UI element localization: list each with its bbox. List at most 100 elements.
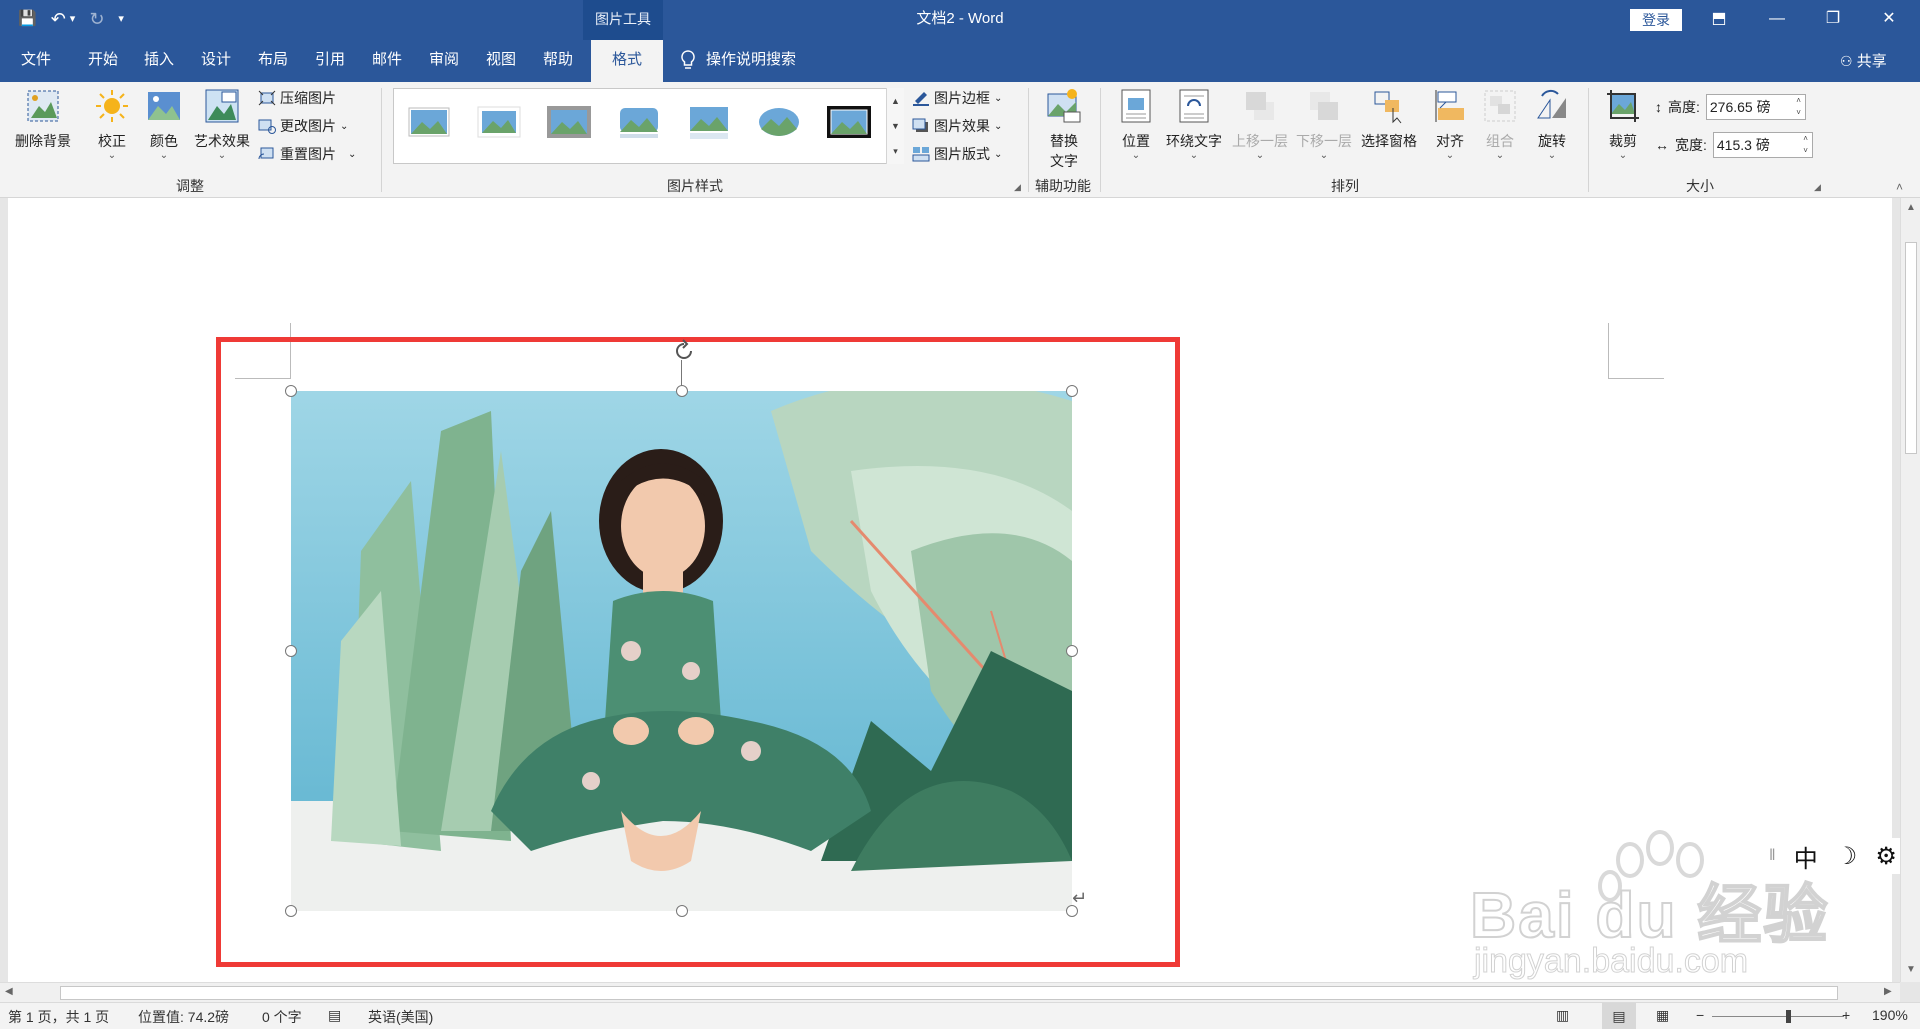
- read-mode-icon[interactable]: ▥: [1556, 1007, 1569, 1024]
- scroll-right-icon[interactable]: ▶: [1884, 986, 1892, 997]
- ribbon-display-options-icon[interactable]: ⬒: [1696, 0, 1742, 40]
- print-layout-icon[interactable]: ▤: [1602, 1003, 1636, 1029]
- minimize-button[interactable]: —: [1754, 0, 1800, 40]
- tab-file[interactable]: 文件: [0, 40, 72, 82]
- resize-handle-top-left[interactable]: [285, 385, 297, 397]
- gallery-up-icon[interactable]: ▲: [891, 96, 900, 106]
- close-button[interactable]: ✕: [1866, 0, 1912, 40]
- style-thumbnail-7[interactable]: [826, 103, 872, 141]
- height-spinner-icon[interactable]: ˄ ˅: [1796, 95, 1801, 119]
- tab-insert[interactable]: 插入: [134, 40, 184, 82]
- share-button[interactable]: ⚇ 共享: [1840, 40, 1887, 83]
- selected-picture[interactable]: [291, 391, 1072, 911]
- collapse-ribbon-icon[interactable]: ˄: [1896, 180, 1903, 194]
- tab-review[interactable]: 审阅: [419, 40, 469, 82]
- tab-home[interactable]: 开始: [78, 40, 128, 82]
- rotate-handle-icon[interactable]: [671, 338, 697, 364]
- rotate-button[interactable]: 旋转 ⌄: [1530, 88, 1574, 161]
- group-label-accessibility: 辅助功能: [1035, 178, 1091, 194]
- scroll-down-icon[interactable]: ▼: [1906, 964, 1916, 975]
- moon-icon[interactable]: ☽: [1836, 842, 1858, 871]
- width-spinner-icon[interactable]: ˄ ˅: [1803, 133, 1808, 157]
- page-count[interactable]: 第 1 页，共 1 页: [8, 1007, 109, 1027]
- scroll-up-icon[interactable]: ▲: [1906, 202, 1916, 213]
- word-count[interactable]: 0 个字: [262, 1007, 302, 1027]
- tell-me-search[interactable]: 操作说明搜索: [680, 40, 796, 80]
- tab-format[interactable]: 格式: [591, 40, 663, 82]
- language[interactable]: 英语(美国): [368, 1007, 433, 1027]
- height-input[interactable]: 276.65 磅 ˄ ˅: [1705, 94, 1806, 120]
- tab-mailings[interactable]: 邮件: [362, 40, 412, 82]
- alt-text-label-line2: 文字: [1050, 153, 1078, 169]
- undo-icon[interactable]: ↶: [51, 8, 66, 30]
- corrections-button[interactable]: 校正 ⌄: [90, 88, 134, 161]
- vertical-scroll-thumb[interactable]: [1905, 242, 1917, 454]
- compress-pictures-button[interactable]: 压缩图片: [258, 88, 336, 108]
- tab-design[interactable]: 设计: [191, 40, 241, 82]
- tab-view[interactable]: 视图: [476, 40, 526, 82]
- style-thumbnail-2[interactable]: [476, 103, 522, 141]
- position-value[interactable]: 位置值: 74.2磅: [138, 1007, 229, 1027]
- wrap-text-button[interactable]: 环绕文字 ⌄: [1162, 88, 1226, 161]
- tab-references[interactable]: 引用: [305, 40, 355, 82]
- resize-handle-bottom-left[interactable]: [285, 905, 297, 917]
- scroll-left-icon[interactable]: ◀: [5, 986, 13, 997]
- tab-help[interactable]: 帮助: [533, 40, 583, 82]
- zoom-level[interactable]: 190%: [1872, 1007, 1908, 1023]
- style-thumbnail-3[interactable]: [546, 103, 592, 141]
- remove-background-button[interactable]: 删除背景: [10, 88, 76, 151]
- style-thumbnail-5[interactable]: [686, 103, 732, 141]
- gallery-scroll[interactable]: ▲ ▼ ▾: [886, 88, 904, 164]
- reset-picture-button[interactable]: 重置图片 ⌄: [258, 144, 356, 164]
- web-layout-icon[interactable]: ▦: [1656, 1007, 1669, 1024]
- picture-layout-button[interactable]: 图片版式 ⌄: [912, 144, 1002, 164]
- resize-handle-left[interactable]: [285, 645, 297, 657]
- color-button[interactable]: 颜色 ⌄: [142, 88, 186, 161]
- dialog-launcher-icon[interactable]: ◢: [1814, 182, 1821, 193]
- zoom-out-button[interactable]: −: [1696, 1007, 1704, 1023]
- save-icon[interactable]: 💾: [18, 8, 37, 30]
- bring-forward-button[interactable]: 上移一层 ⌄: [1228, 88, 1292, 161]
- crop-button[interactable]: 裁剪 ⌄: [1598, 88, 1648, 161]
- style-thumbnail-1[interactable]: [406, 103, 452, 141]
- style-thumbnail-6[interactable]: [756, 103, 802, 141]
- group-separator: [1100, 88, 1101, 192]
- zoom-slider-thumb[interactable]: [1786, 1010, 1791, 1023]
- chevron-down-icon: ⌄: [340, 120, 349, 132]
- vertical-scrollbar[interactable]: ▲ ▼: [1900, 198, 1920, 982]
- undo-dropdown-icon[interactable]: ▾: [70, 8, 76, 30]
- width-input[interactable]: 415.3 磅 ˄ ˅: [1712, 132, 1813, 158]
- resize-handle-top-right[interactable]: [1066, 385, 1078, 397]
- login-button[interactable]: 登录: [1630, 9, 1682, 31]
- horizontal-scroll-thumb[interactable]: [60, 986, 1838, 1000]
- tab-layout[interactable]: 布局: [248, 40, 298, 82]
- redo-icon[interactable]: ↻: [89, 8, 104, 30]
- send-backward-button[interactable]: 下移一层 ⌄: [1292, 88, 1356, 161]
- alt-text-button[interactable]: 替换 文字: [1038, 88, 1090, 171]
- horizontal-scrollbar[interactable]: ◀ ▶: [0, 982, 1900, 1002]
- zoom-slider[interactable]: [1712, 1016, 1844, 1017]
- position-button[interactable]: 位置 ⌄: [1114, 88, 1158, 161]
- resize-handle-top[interactable]: [676, 385, 688, 397]
- picture-border-button[interactable]: 图片边框 ⌄: [912, 88, 1002, 108]
- align-button[interactable]: 对齐 ⌄: [1428, 88, 1472, 161]
- resize-handle-bottom[interactable]: [676, 905, 688, 917]
- zoom-in-button[interactable]: +: [1842, 1007, 1850, 1023]
- gear-icon[interactable]: ⚙: [1875, 842, 1897, 871]
- group-objects-button[interactable]: 组合 ⌄: [1478, 88, 1522, 161]
- gallery-down-icon[interactable]: ▼: [891, 121, 900, 131]
- ribbon-tabs: 文件 开始 插入 设计 布局 引用 邮件 审阅 视图 帮助 格式 操作说明搜索 …: [0, 40, 1920, 82]
- restore-button[interactable]: ❐: [1810, 0, 1856, 40]
- dialog-launcher-icon[interactable]: ◢: [1014, 182, 1021, 193]
- align-icon: [1435, 90, 1464, 122]
- artistic-effects-button[interactable]: 艺术效果 ⌄: [188, 88, 256, 161]
- proofing-icon[interactable]: ▤: [328, 1007, 341, 1024]
- gallery-more-icon[interactable]: ▾: [893, 146, 898, 157]
- customize-qat-icon[interactable]: ▾: [118, 8, 124, 30]
- send-backward-label: 下移一层: [1296, 133, 1352, 149]
- picture-effects-button[interactable]: 图片效果 ⌄: [912, 116, 1002, 136]
- style-thumbnail-4[interactable]: [616, 103, 662, 141]
- change-picture-button[interactable]: 更改图片 ⌄: [258, 116, 348, 136]
- resize-handle-right[interactable]: [1066, 645, 1078, 657]
- selection-pane-button[interactable]: 选择窗格: [1356, 88, 1422, 151]
